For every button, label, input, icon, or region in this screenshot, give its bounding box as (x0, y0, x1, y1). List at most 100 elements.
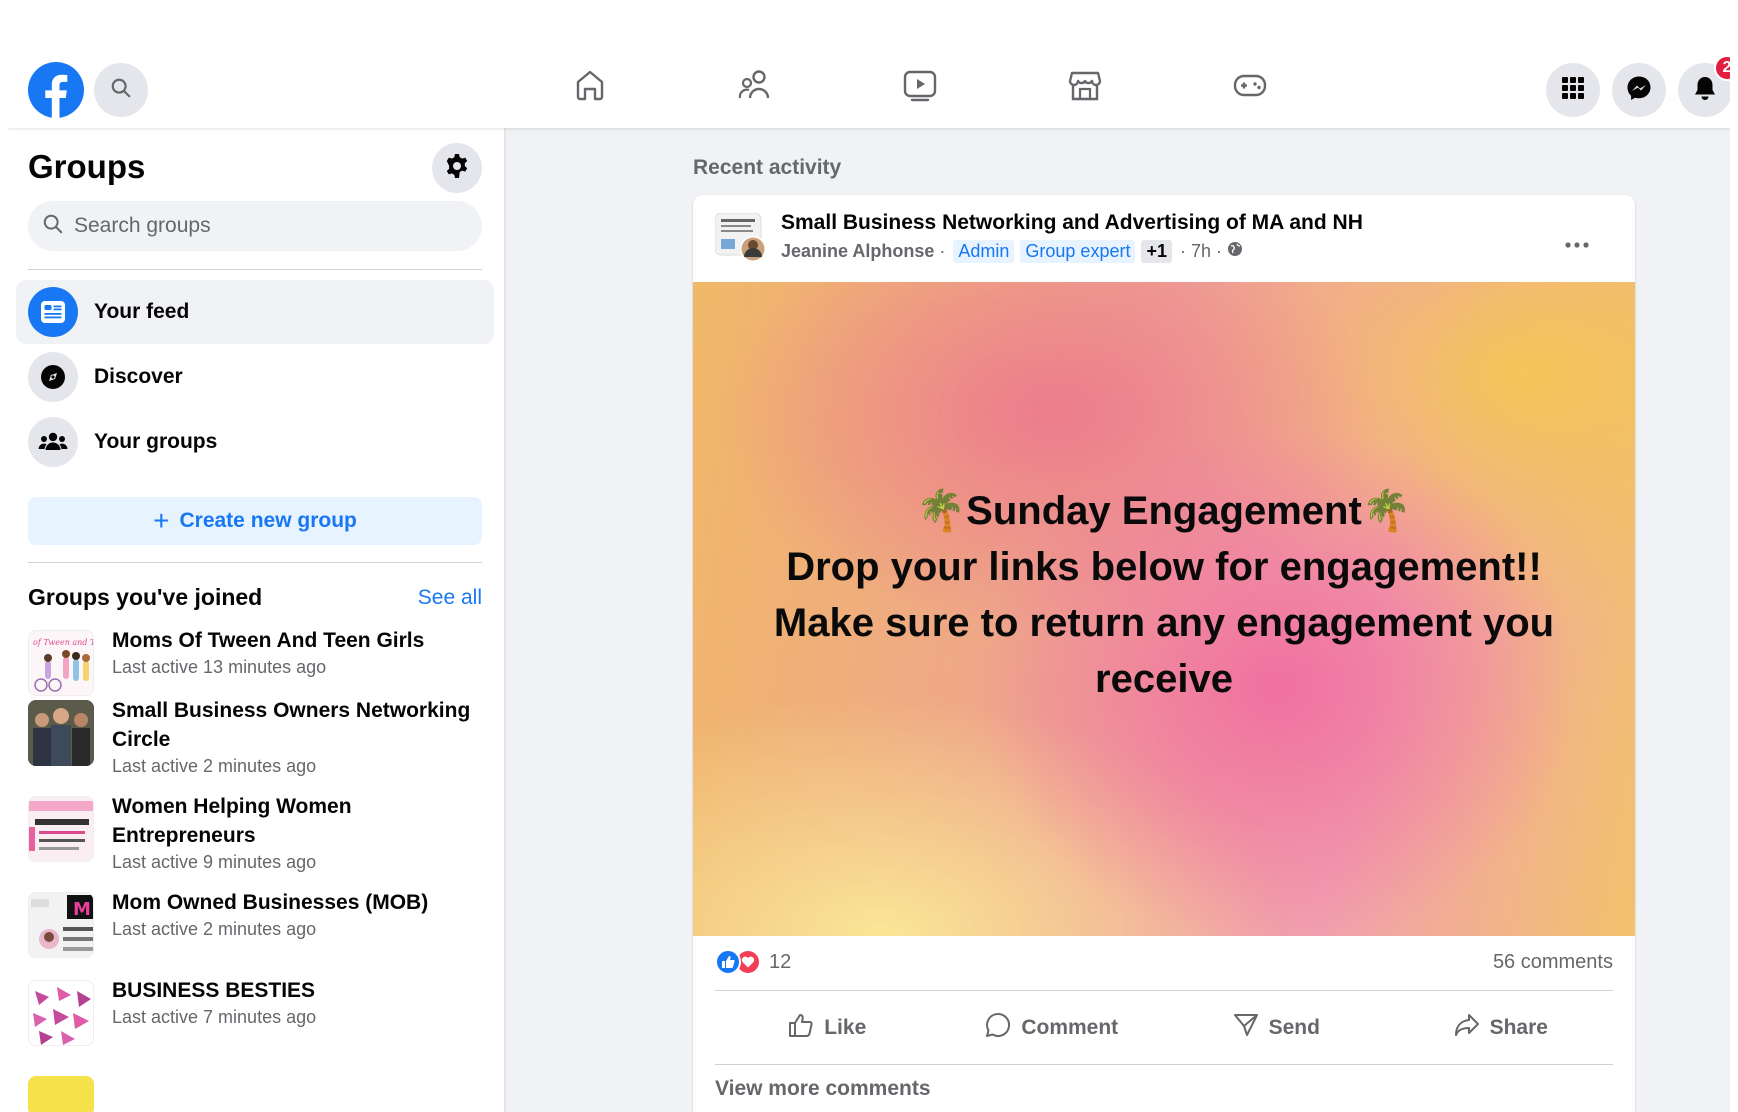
post-options-button[interactable] (1555, 217, 1599, 261)
share-button[interactable]: Share (1389, 1000, 1614, 1056)
share-label: Share (1489, 1016, 1548, 1039)
group-list-item[interactable]: M Mom Owned Businesses (MOB) Last active… (28, 888, 488, 958)
sidebar-item-label: Your feed (94, 300, 190, 323)
sidebar-item-your-groups[interactable]: Your groups (16, 410, 494, 474)
group-list-item[interactable]: of Tween and Teen Girls Moms Of Tween An… (28, 626, 488, 696)
sidebar-item-label: Discover (94, 365, 183, 388)
messenger-icon (1626, 75, 1652, 106)
home-tab[interactable] (570, 67, 610, 107)
group-name: Small Business Owners Networking Circle (112, 699, 471, 751)
compass-icon (28, 352, 78, 402)
comment-count[interactable]: 56 comments (1493, 951, 1613, 974)
groups-joined-title: Groups you've joined (28, 584, 263, 610)
group-expert-badge: Group expert (1020, 240, 1136, 263)
share-icon (1454, 1012, 1490, 1044)
send-button[interactable]: Send (1164, 1000, 1389, 1056)
group-info: Small Business Owners Networking Circle … (112, 696, 488, 778)
group-name: Mom Owned Businesses (MOB) (112, 891, 429, 914)
like-label: Like (824, 1016, 867, 1039)
create-new-group-button[interactable]: + Create new group (28, 497, 482, 545)
search-groups-input[interactable] (74, 214, 454, 238)
separator-dot: · (939, 241, 946, 261)
reaction-count: 12 (769, 950, 792, 973)
group-list-item[interactable]: Women Helping Women Entrepreneurs Last a… (28, 792, 488, 874)
send-label: Send (1268, 1016, 1320, 1039)
marketplace-tab[interactable] (1065, 67, 1105, 107)
friends-tab[interactable] (735, 67, 775, 107)
group-thumbnail (28, 980, 94, 1046)
gear-icon (444, 153, 470, 184)
search-button[interactable] (94, 63, 148, 117)
post-meta: Jeanine Alphonse · Admin Group expert +1… (781, 240, 1243, 263)
sidebar-item-label: Your groups (94, 430, 218, 453)
create-new-group-label: Create new group (179, 509, 357, 532)
group-list-item[interactable]: BUSINESS BESTIES Last active 7 minutes a… (28, 976, 488, 1046)
settings-button[interactable] (432, 143, 482, 193)
post-time[interactable]: 7h (1191, 241, 1211, 262)
group-thumbnail: M (28, 892, 94, 958)
see-all-link[interactable]: See all (418, 586, 482, 610)
divider (28, 562, 482, 563)
post-text: 🌴Sunday Engagement🌴 Drop your links belo… (744, 483, 1584, 707)
group-info: BUSINESS BESTIES Last active 7 minutes a… (112, 976, 316, 1046)
home-icon (573, 68, 607, 107)
group-last-active: Last active 2 minutes ago (112, 756, 317, 776)
group-avatar[interactable] (714, 212, 769, 263)
search-groups-field[interactable] (28, 201, 482, 251)
view-more-comments-link[interactable]: View more comments (715, 1077, 931, 1101)
send-icon (1233, 1012, 1269, 1044)
group-last-active: Last active 7 minutes ago (112, 1007, 317, 1027)
sidebar-item-your-feed[interactable]: Your feed (16, 280, 494, 344)
group-last-active: Last active 2 minutes ago (112, 919, 317, 939)
search-icon (42, 213, 64, 240)
comment-label: Comment (1021, 1016, 1119, 1039)
post-background: 🌴Sunday Engagement🌴 Drop your links belo… (693, 282, 1635, 936)
divider (28, 269, 482, 270)
app-window: 2 Groups Your feed Discover (8, 46, 1730, 1112)
like-button[interactable]: Like (715, 1000, 940, 1056)
globe-icon (1227, 241, 1243, 262)
menu-button[interactable] (1546, 63, 1600, 117)
post-text-line: 🌴Sunday Engagement🌴 (916, 489, 1412, 533)
group-list-item[interactable]: Small Business Owners Networking Circle … (28, 696, 488, 778)
post-text-line: Make sure to return any engagement you (773, 601, 1555, 645)
separator-dot: · (1216, 241, 1223, 261)
gaming-icon (1232, 68, 1268, 107)
more-badges[interactable]: +1 (1141, 240, 1172, 263)
search-icon (110, 77, 132, 104)
top-navigation-bar: 2 (8, 46, 1730, 128)
divider (715, 1064, 1613, 1065)
post-text-line: Drop your links below for engagement!! (786, 545, 1542, 589)
facebook-logo[interactable] (28, 62, 84, 118)
svg-text:M: M (73, 899, 91, 920)
plus-icon: + (153, 505, 170, 536)
group-last-active: Last active 13 minutes ago (112, 657, 327, 677)
reactions-summary[interactable]: 12 (715, 949, 791, 975)
like-icon (788, 1012, 824, 1044)
comment-button[interactable]: Comment (940, 1000, 1165, 1056)
group-last-active: Last active 9 minutes ago (112, 852, 317, 872)
group-name: BUSINESS BESTIES (112, 979, 316, 1002)
post-group-name[interactable]: Small Business Networking and Advertisin… (781, 211, 1363, 235)
groups-icon (28, 417, 78, 467)
more-options-icon (1565, 224, 1589, 255)
marketplace-icon (1067, 68, 1103, 107)
group-name: Women Helping Women Entrepreneurs (112, 795, 352, 847)
sidebar-item-discover[interactable]: Discover (16, 345, 494, 409)
post-author[interactable]: Jeanine Alphonse (781, 241, 934, 262)
watch-tab[interactable] (900, 67, 940, 107)
post-text-line: receive (1095, 657, 1233, 701)
section-title: Recent activity (693, 156, 842, 179)
comment-icon (985, 1012, 1021, 1044)
post-card: Small Business Networking and Advertisin… (693, 195, 1635, 1112)
groups-joined-header: Groups you've joined See all (28, 584, 482, 611)
admin-badge: Admin (953, 240, 1015, 263)
groups-sidebar: Groups Your feed Discover (8, 128, 504, 1112)
separator-dot: · (1180, 241, 1186, 261)
group-info: Mom Owned Businesses (MOB) Last active 2… (112, 888, 428, 958)
svg-text:of Tween and Teen Girls: of Tween and Teen Girls (33, 638, 94, 647)
messenger-button[interactable] (1612, 63, 1666, 117)
watch-icon (902, 68, 938, 107)
gaming-tab[interactable] (1230, 67, 1270, 107)
friends-icon (737, 68, 773, 107)
